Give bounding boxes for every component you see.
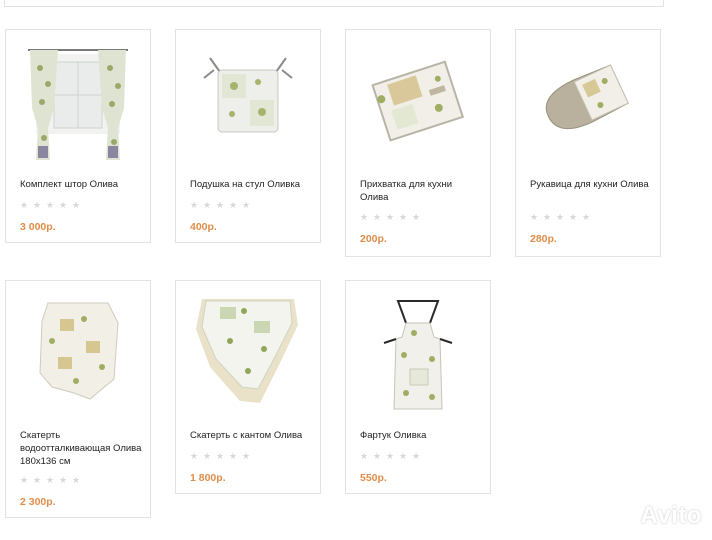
- product-price: 280р.: [530, 233, 557, 245]
- rating-stars: ★ ★ ★ ★ ★: [20, 477, 81, 486]
- star-icon: ★: [229, 201, 238, 211]
- star-icon: ★: [556, 213, 565, 223]
- product-card[interactable]: Фартук Оливка ★ ★ ★ ★ ★ 550р.: [345, 280, 491, 494]
- tablecloth-trim-image[interactable]: [184, 289, 312, 417]
- rating-stars: ★ ★ ★ ★ ★: [20, 202, 81, 211]
- tablecloth-image[interactable]: [14, 289, 142, 417]
- star-icon: ★: [46, 476, 55, 486]
- product-name[interactable]: Рукавица для кухни Олива: [530, 178, 652, 191]
- star-icon: ★: [386, 452, 395, 462]
- potholder-image[interactable]: [354, 38, 482, 166]
- chair-cushion-image[interactable]: [184, 38, 312, 166]
- star-icon: ★: [399, 452, 408, 462]
- product-price: 2 300р.: [20, 496, 56, 508]
- star-icon: ★: [216, 452, 225, 462]
- star-icon: ★: [412, 452, 421, 462]
- product-card[interactable]: Скатерть водоотталкивающая Олива 180х136…: [5, 280, 151, 518]
- star-icon: ★: [33, 476, 42, 486]
- product-card[interactable]: Комплект штор Олива ★ ★ ★ ★ ★ 3 000р.: [5, 29, 151, 243]
- star-icon: ★: [46, 201, 55, 211]
- star-icon: ★: [543, 213, 552, 223]
- product-name[interactable]: Прихватка для кухни Олива: [360, 178, 482, 204]
- previous-section-box: [4, 0, 664, 7]
- star-icon: ★: [530, 213, 539, 223]
- star-icon: ★: [582, 213, 591, 223]
- avito-logo-icon: [612, 505, 633, 526]
- star-icon: ★: [33, 201, 42, 211]
- product-price: 200р.: [360, 233, 387, 245]
- product-card[interactable]: Скатерть с кантом Олива ★ ★ ★ ★ ★ 1 800р.: [175, 280, 321, 494]
- star-icon: ★: [373, 452, 382, 462]
- star-icon: ★: [412, 213, 421, 223]
- star-icon: ★: [360, 213, 369, 223]
- star-icon: ★: [59, 476, 68, 486]
- curtains-image[interactable]: [14, 38, 142, 166]
- watermark-text: Avito: [640, 502, 702, 529]
- star-icon: ★: [72, 476, 81, 486]
- star-icon: ★: [190, 452, 199, 462]
- product-name[interactable]: Комплект штор Олива: [20, 178, 142, 191]
- product-name[interactable]: Скатерть с кантом Олива: [190, 429, 312, 442]
- rating-stars: ★ ★ ★ ★ ★: [360, 214, 421, 223]
- star-icon: ★: [242, 201, 251, 211]
- star-icon: ★: [229, 452, 238, 462]
- star-icon: ★: [203, 452, 212, 462]
- star-icon: ★: [216, 201, 225, 211]
- star-icon: ★: [72, 201, 81, 211]
- product-price: 3 000р.: [20, 221, 56, 233]
- product-price: 400р.: [190, 221, 217, 233]
- star-icon: ★: [242, 452, 251, 462]
- avito-watermark: Avito: [610, 502, 702, 530]
- oven-mitt-image[interactable]: [524, 38, 652, 166]
- product-name[interactable]: Фартук Оливка: [360, 429, 482, 442]
- product-name[interactable]: Подушка на стул Оливка: [190, 178, 312, 191]
- star-icon: ★: [59, 201, 68, 211]
- star-icon: ★: [399, 213, 408, 223]
- rating-stars: ★ ★ ★ ★ ★: [190, 202, 251, 211]
- product-card[interactable]: Рукавица для кухни Олива ★ ★ ★ ★ ★ 280р.: [515, 29, 661, 257]
- star-icon: ★: [20, 476, 29, 486]
- rating-stars: ★ ★ ★ ★ ★: [360, 453, 421, 462]
- product-name[interactable]: Скатерть водоотталкивающая Олива 180х136…: [20, 429, 142, 468]
- star-icon: ★: [190, 201, 199, 211]
- star-icon: ★: [203, 201, 212, 211]
- product-card[interactable]: Прихватка для кухни Олива ★ ★ ★ ★ ★ 200р.: [345, 29, 491, 257]
- star-icon: ★: [360, 452, 369, 462]
- star-icon: ★: [386, 213, 395, 223]
- product-card[interactable]: Подушка на стул Оливка ★ ★ ★ ★ ★ 400р.: [175, 29, 321, 243]
- rating-stars: ★ ★ ★ ★ ★: [190, 453, 251, 462]
- apron-image[interactable]: [354, 289, 482, 417]
- star-icon: ★: [20, 201, 29, 211]
- product-price: 1 800р.: [190, 472, 226, 484]
- rating-stars: ★ ★ ★ ★ ★: [530, 214, 591, 223]
- star-icon: ★: [373, 213, 382, 223]
- star-icon: ★: [569, 213, 578, 223]
- product-price: 550р.: [360, 472, 387, 484]
